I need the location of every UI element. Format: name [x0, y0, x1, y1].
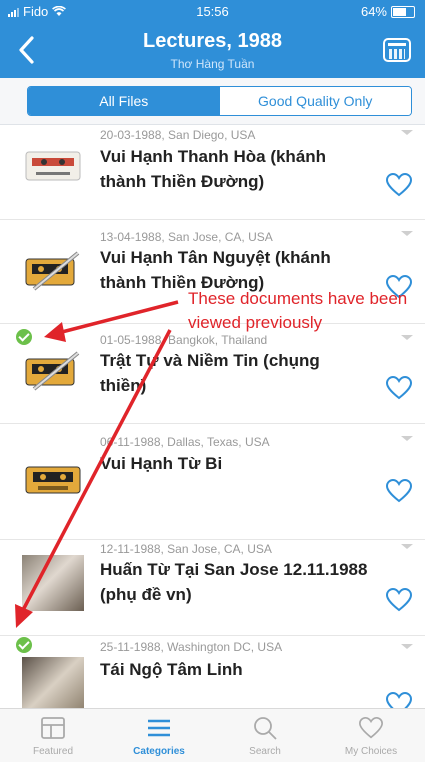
item-meta: 25-11-1988, Washington DC, USA: [100, 640, 283, 654]
list-item[interactable]: 01-05-1988, Bangkok, Thailand Trật Tự và…: [0, 323, 425, 424]
tab-featured[interactable]: Featured: [0, 709, 106, 762]
list-item[interactable]: 25-11-1988, Washington DC, USA Tái Ngộ T…: [0, 635, 425, 708]
filter-bar: All Files Good Quality Only: [0, 78, 425, 125]
chevron-down-icon[interactable]: [401, 231, 413, 236]
viewed-check-icon: [16, 329, 32, 345]
speaker-photo: [22, 555, 84, 611]
heart-icon[interactable]: [385, 691, 413, 708]
battery-icon: [391, 5, 415, 18]
item-title: Huấn Từ Tại San Jose 12.11.1988 (phụ đề …: [100, 560, 368, 604]
page-title: Lectures, 1988: [143, 30, 282, 52]
cassette-icon: [25, 151, 81, 181]
segment-good-quality[interactable]: Good Quality Only: [219, 87, 411, 115]
item-meta: 12-11-1988, San Jose, CA, USA: [100, 542, 272, 556]
segment-all-files[interactable]: All Files: [28, 87, 220, 115]
cassette-icon: [25, 466, 81, 494]
tab-my-choices[interactable]: My Choices: [318, 709, 424, 762]
quality-segmented-control: All Files Good Quality Only: [27, 86, 412, 116]
battery-percent: 64%: [360, 4, 387, 19]
chevron-down-icon[interactable]: [401, 335, 413, 340]
heart-icon[interactable]: [385, 172, 413, 198]
chevron-down-icon[interactable]: [401, 544, 413, 549]
tab-bar: Featured Categories Search My Choices: [0, 708, 425, 762]
heart-icon[interactable]: [385, 375, 413, 401]
heart-icon[interactable]: [385, 478, 413, 504]
tab-label: My Choices: [344, 746, 398, 757]
cassette-pencil-icon: [25, 351, 80, 391]
list-icon: [148, 719, 170, 737]
tab-categories[interactable]: Categories: [106, 709, 212, 762]
chevron-down-icon[interactable]: [401, 130, 413, 135]
heart-icon[interactable]: [385, 587, 413, 613]
battery: 64%: [361, 4, 415, 19]
item-meta: 06-11-1988, Dallas, Texas, USA: [100, 435, 270, 449]
navigation-bar: Lectures, 1988 Thơ Hàng Tuần: [0, 22, 425, 78]
page-subtitle: Thơ Hàng Tuần: [170, 57, 255, 71]
viewed-check-icon: [16, 637, 32, 653]
item-title: Vui Hạnh Từ Bi: [100, 454, 223, 473]
speaker-photo: [22, 657, 84, 708]
tab-label: Categories: [133, 746, 185, 757]
search-icon: [254, 717, 277, 740]
list-item[interactable]: 06-11-1988, Dallas, Texas, USA Vui Hạnh …: [0, 423, 425, 540]
list-item[interactable]: 12-11-1988, San Jose, CA, USA Huấn Từ Tạ…: [0, 539, 425, 636]
tab-label: Search: [249, 746, 281, 757]
calendar-icon[interactable]: [383, 38, 411, 62]
featured-icon: [41, 717, 65, 739]
chevron-down-icon[interactable]: [401, 644, 413, 649]
item-title: Trật Tự và Niềm Tin (chụng thiền): [100, 351, 320, 395]
item-meta: 01-05-1988, Bangkok, Thailand: [100, 333, 268, 347]
item-title: Tái Ngộ Tâm Linh: [100, 660, 243, 679]
lecture-list: 20-03-1988, San Diego, USA Vui Hạnh Than…: [0, 124, 425, 708]
heart-icon: [359, 716, 383, 739]
tab-search[interactable]: Search: [212, 709, 318, 762]
status-bar: Fido 15:56 64%: [0, 0, 425, 22]
item-meta: 20-03-1988, San Diego, USA: [100, 128, 256, 142]
cassette-pencil-icon: [25, 251, 80, 291]
list-item[interactable]: 20-03-1988, San Diego, USA Vui Hạnh Than…: [0, 124, 425, 220]
tab-label: Featured: [32, 746, 74, 757]
annotation-note: These documents have been viewed previou…: [188, 289, 408, 332]
item-title: Vui Hạnh Thanh Hòa (khánh thành Thiền Đư…: [100, 147, 327, 191]
chevron-down-icon[interactable]: [401, 436, 413, 441]
item-meta: 13-04-1988, San Jose, CA, USA: [100, 230, 273, 244]
